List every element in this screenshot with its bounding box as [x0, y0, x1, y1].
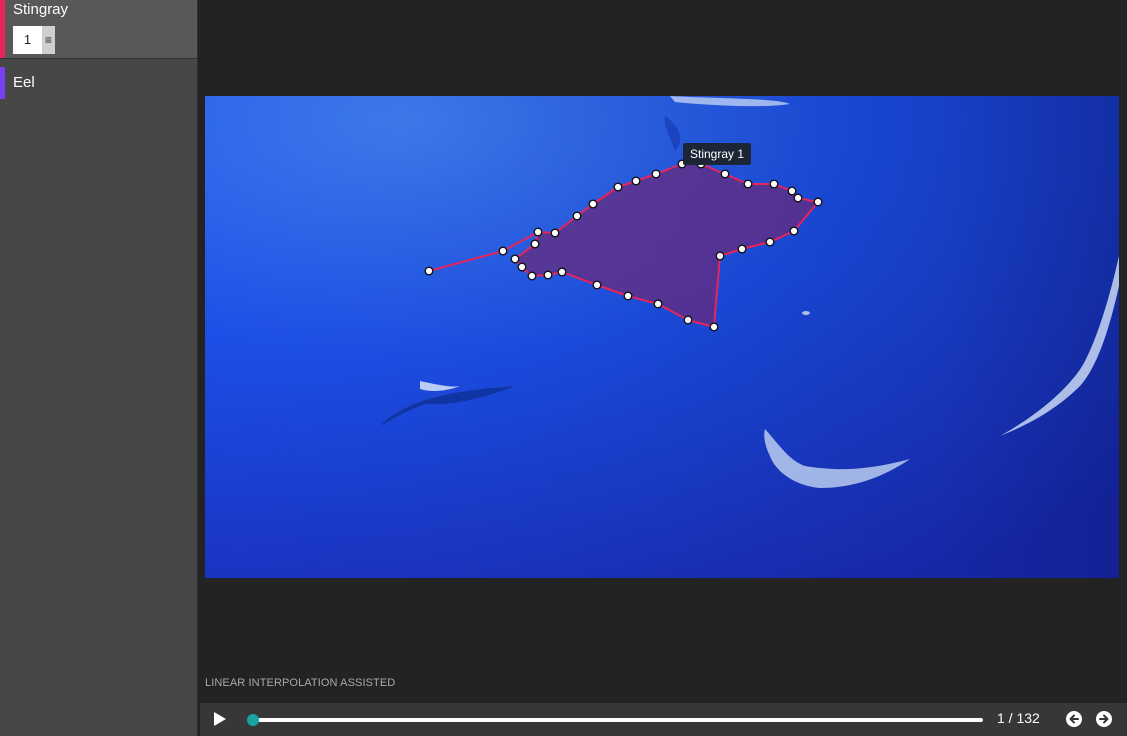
class-name: Stingray: [13, 1, 69, 18]
mode-label: LINEAR INTERPOLATION ASSISTED: [205, 677, 396, 689]
class-color-stripe: [0, 67, 5, 99]
class-sidebar: Stingray 1 ≡ Eel: [0, 0, 198, 736]
arrow-right-icon[interactable]: [1095, 710, 1113, 728]
class-name: Eel: [13, 74, 35, 91]
arrow-left-icon[interactable]: [1065, 710, 1083, 728]
annotation-tag[interactable]: Stingray 1: [683, 143, 751, 165]
timeline-scrubber[interactable]: [247, 714, 983, 726]
instance-chip[interactable]: 1 ≡: [13, 26, 55, 54]
class-item-eel[interactable]: Eel: [0, 59, 197, 99]
instance-number: 1: [23, 32, 32, 47]
video-frame[interactable]: [205, 96, 1119, 578]
player-bar: 1 / 132: [200, 703, 1127, 736]
class-color-stripe: [0, 0, 5, 58]
frame-counter: 1 / 132: [997, 710, 1040, 726]
stingray-polygon[interactable]: [428, 163, 819, 328]
scrubber-handle[interactable]: [247, 714, 259, 726]
instance-menu-icon[interactable]: ≡: [42, 26, 55, 54]
polygon-annotation[interactable]: [205, 96, 1119, 578]
play-icon[interactable]: [212, 711, 228, 727]
class-item-stingray[interactable]: Stingray 1 ≡: [0, 0, 197, 59]
